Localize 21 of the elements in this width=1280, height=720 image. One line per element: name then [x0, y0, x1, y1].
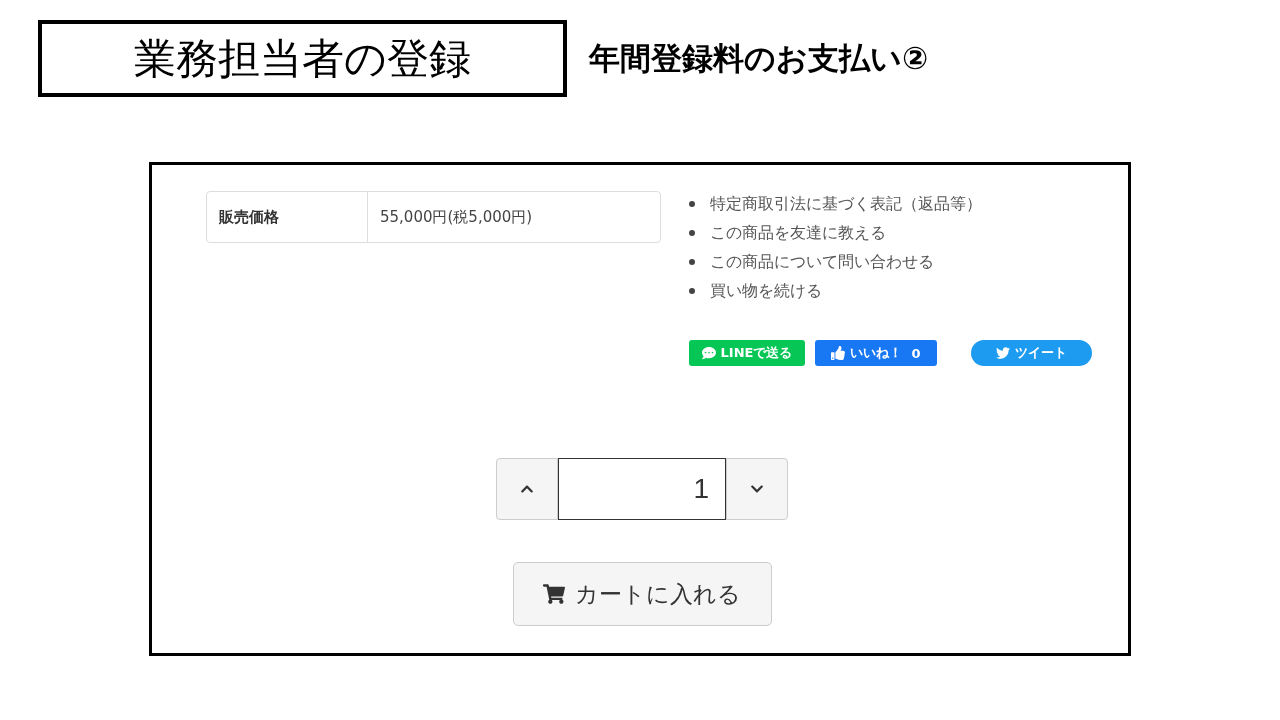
like-share-button[interactable]: いいね！ 0 [815, 340, 937, 366]
product-link[interactable]: 特定商取引法に基づく表記（返品等） [710, 191, 982, 217]
bird-icon [996, 346, 1010, 360]
quantity-field[interactable]: 1 [558, 458, 726, 520]
product-link[interactable]: この商品を友達に教える [710, 220, 886, 246]
speech-bubble-icon [701, 346, 716, 360]
bullet-icon [689, 230, 695, 236]
product-link[interactable]: 買い物を続ける [710, 278, 822, 304]
table-cell-text: 55,000円(税5,000円) [379, 206, 534, 228]
product-link[interactable]: この商品について問い合わせる [710, 249, 934, 275]
add-to-cart-button[interactable]: カートに入れる [512, 562, 772, 626]
table-header-cell: 販売価格 [207, 192, 368, 242]
decrement-button[interactable] [726, 458, 788, 520]
increment-button[interactable] [496, 458, 558, 520]
bullet-icon [689, 288, 695, 294]
bullet-icon [689, 201, 695, 207]
slide-title: 業務担当者の登録 [38, 20, 567, 97]
cart-icon [543, 583, 565, 605]
bullet-icon [689, 259, 695, 265]
slide-subtitle: 年間登録料のお支払い② [589, 38, 929, 78]
thumbs-up-icon [831, 346, 846, 360]
